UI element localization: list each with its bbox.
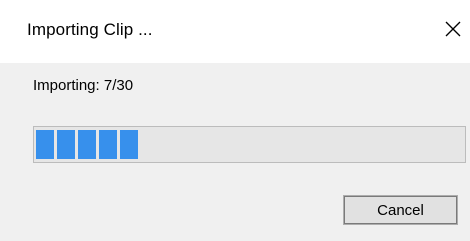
progress-bar — [33, 126, 466, 163]
import-status-text: Importing: 7/30 — [33, 77, 134, 94]
import-progress-dialog: Importing Clip ... Importing: 7/30 Cance… — [0, 0, 470, 241]
title-bar: Importing Clip ... — [0, 0, 470, 63]
window-title: Importing Clip ... — [27, 20, 153, 39]
close-icon[interactable] — [443, 19, 463, 39]
progress-bar-fill — [36, 130, 138, 159]
cancel-button[interactable]: Cancel — [343, 195, 458, 225]
